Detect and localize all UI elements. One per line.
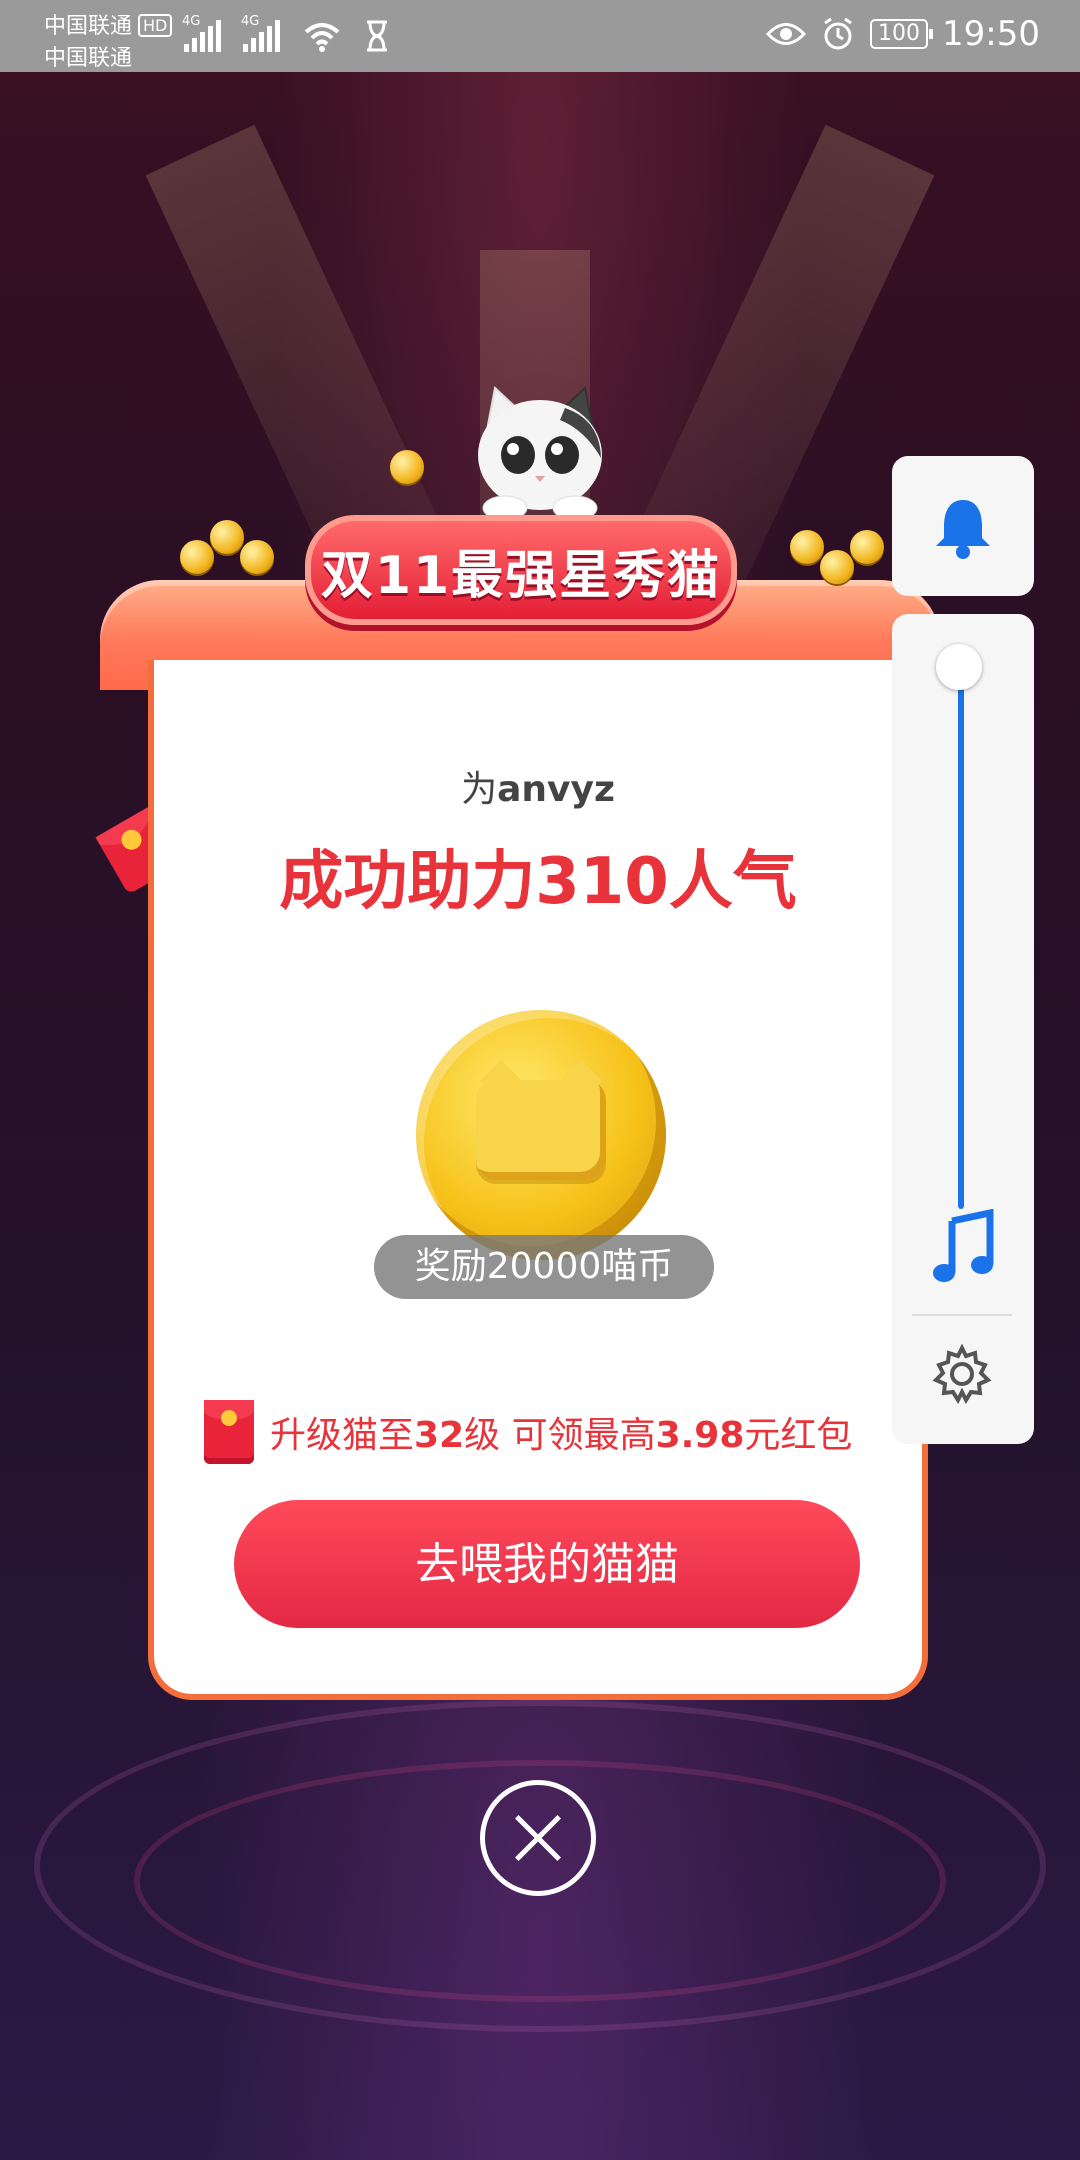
upgrade-hint: 升级猫至32级 可领最高3.98元红包 bbox=[204, 1400, 852, 1464]
clock: 19:50 bbox=[942, 14, 1040, 54]
status-bar: 中国联通 HD 中国联通 4G 4G 100 19:50 bbox=[0, 0, 1080, 72]
battery-icon: 100 bbox=[870, 19, 934, 49]
signal-1-icon: 4G bbox=[182, 14, 221, 52]
helper-line: 为anvyz bbox=[461, 769, 615, 810]
close-button[interactable] bbox=[480, 1780, 596, 1896]
feed-cat-button[interactable]: 去喂我的猫猫 bbox=[234, 1500, 860, 1628]
gear-icon[interactable] bbox=[932, 1344, 992, 1404]
tmall-logo-icon bbox=[476, 1080, 606, 1180]
upgrade-amount: 3.98 bbox=[655, 1415, 745, 1456]
volume-slider-track[interactable] bbox=[958, 669, 964, 1209]
carrier-secondary: 中国联通 bbox=[44, 46, 133, 71]
status-right: 100 19:50 bbox=[766, 14, 1040, 54]
volume-panel bbox=[892, 614, 1034, 1444]
upgrade-level: 32 bbox=[414, 1415, 465, 1456]
coin-stack-icon bbox=[240, 540, 274, 574]
wifi-icon bbox=[304, 23, 340, 52]
banner-title: 双11最强星秀猫 bbox=[305, 515, 737, 625]
coin-stack-icon bbox=[850, 530, 884, 564]
coin-stack-icon bbox=[180, 540, 214, 574]
popularity-count: 310 bbox=[535, 845, 669, 919]
cat-mascot-icon bbox=[478, 386, 602, 520]
signal-2-icon: 4G bbox=[241, 14, 280, 52]
signal-indicators: 4G 4G bbox=[182, 14, 390, 52]
friend-name: anvyz bbox=[497, 769, 615, 810]
music-note-icon[interactable] bbox=[932, 1209, 996, 1289]
reward-label: 奖励20000喵币 bbox=[374, 1235, 714, 1299]
coin-icon bbox=[390, 450, 424, 484]
success-message: 成功助力310人气 bbox=[279, 845, 797, 919]
eye-icon bbox=[766, 23, 807, 45]
ringtone-panel[interactable] bbox=[892, 456, 1034, 596]
red-envelope-icon bbox=[204, 1400, 254, 1464]
coin-stack-icon bbox=[820, 550, 854, 584]
carrier-primary: 中国联通 HD bbox=[44, 8, 173, 40]
hd-badge: HD bbox=[138, 14, 173, 37]
alarm-icon bbox=[824, 17, 852, 50]
meow-coin-icon bbox=[416, 1010, 666, 1260]
coin-stack-icon bbox=[790, 530, 824, 564]
hourglass-icon bbox=[367, 20, 387, 52]
coin-stack-icon bbox=[210, 520, 244, 554]
divider bbox=[912, 1314, 1012, 1316]
reward-card: 为anvyz 成功助力310人气 奖励20000喵币 升级猫至32级 可领最高3… bbox=[148, 660, 928, 1700]
volume-slider-thumb[interactable] bbox=[936, 644, 982, 690]
bell-icon[interactable] bbox=[932, 496, 994, 560]
